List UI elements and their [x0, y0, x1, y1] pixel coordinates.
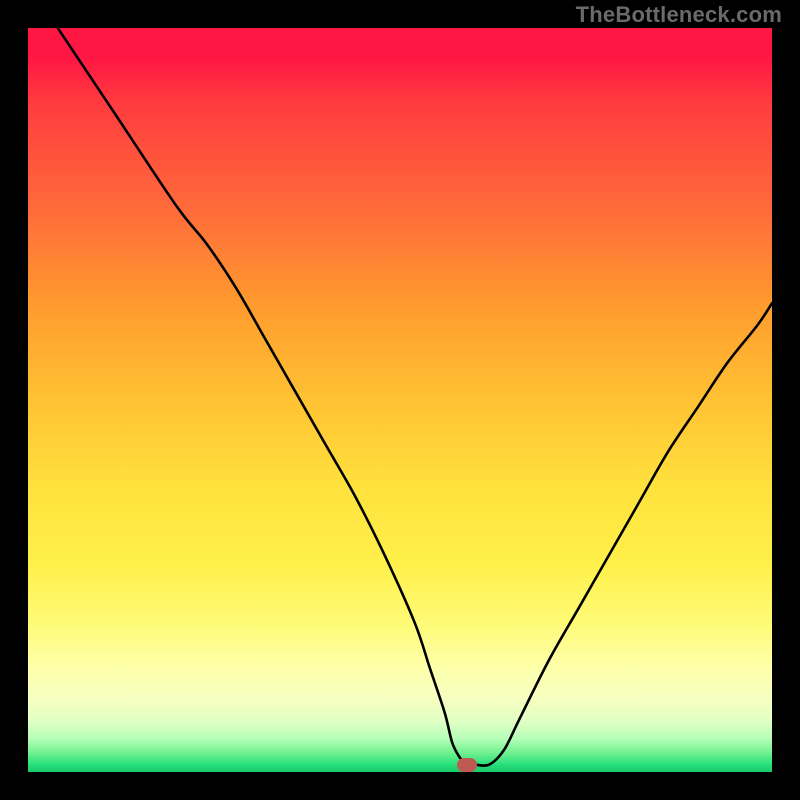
bottleneck-curve-path [58, 28, 772, 766]
chart-container: TheBottleneck.com [0, 0, 800, 800]
watermark-text: TheBottleneck.com [576, 2, 782, 28]
optimal-point-marker [457, 758, 477, 772]
bottleneck-curve-svg [28, 28, 772, 772]
